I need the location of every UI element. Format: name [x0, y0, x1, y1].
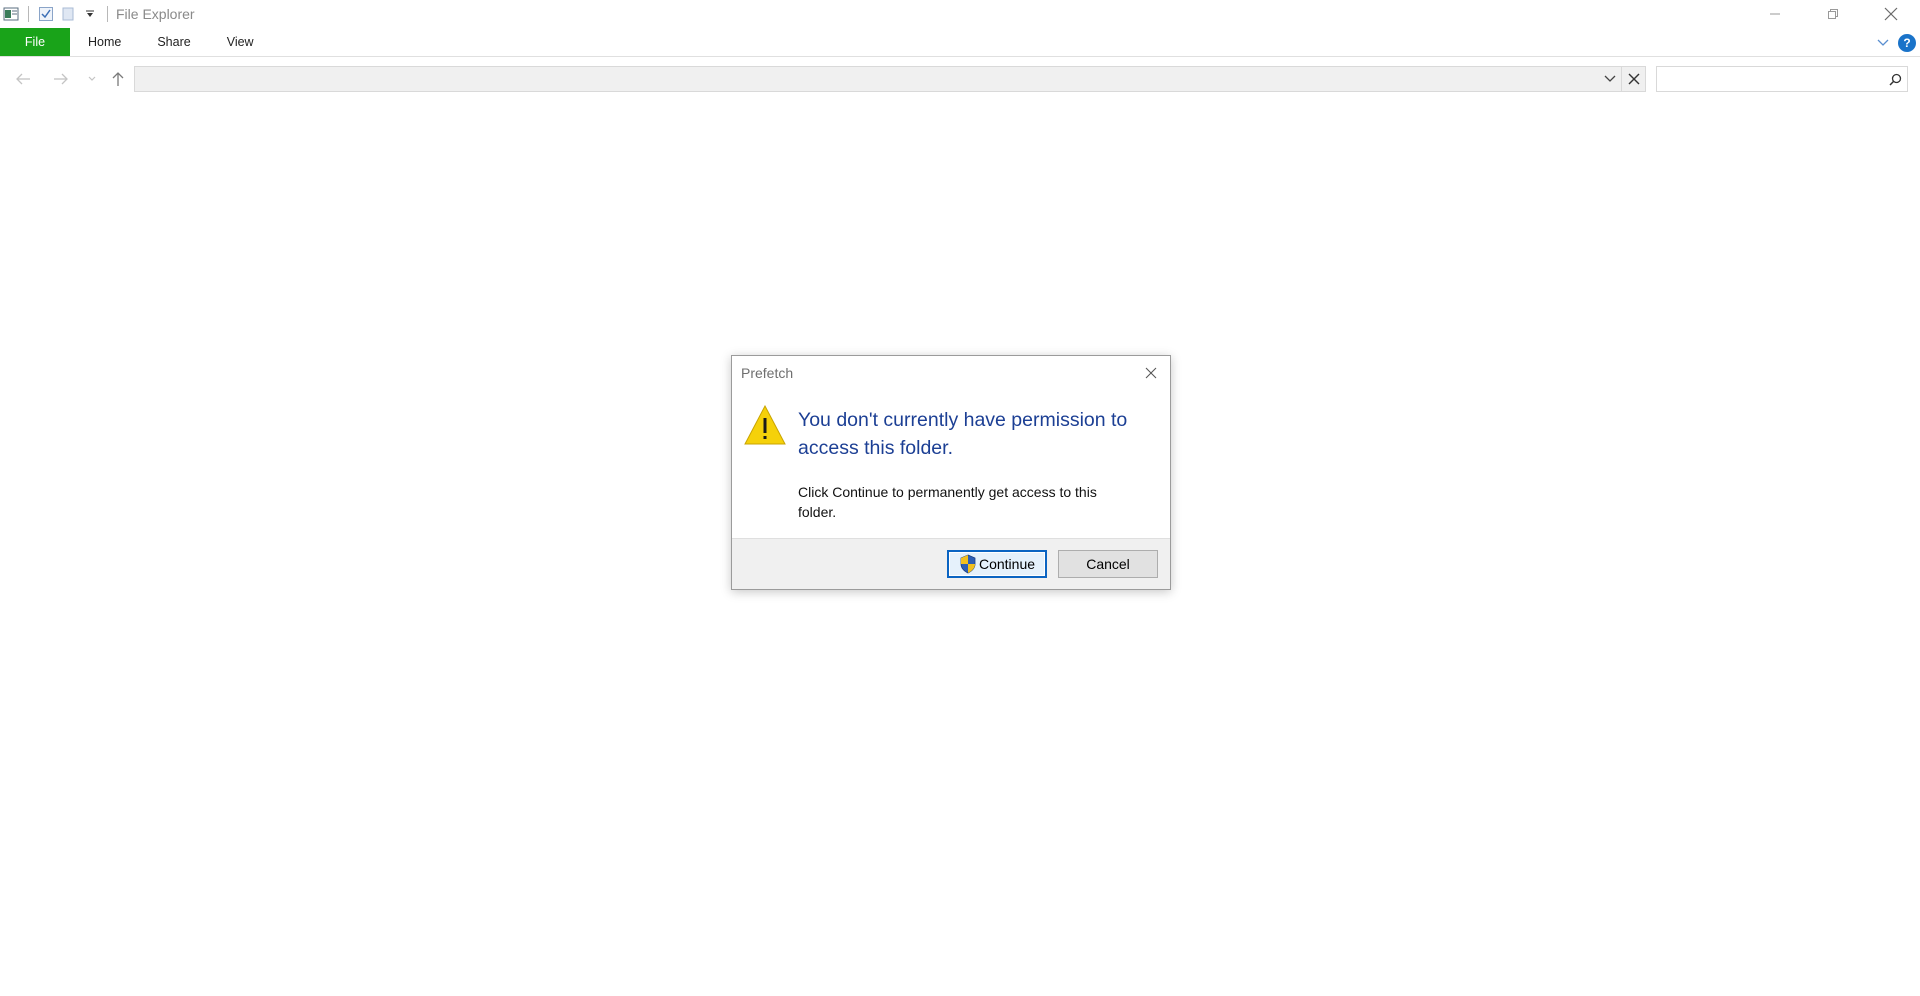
dialog-close-button[interactable]	[1142, 364, 1160, 382]
address-clear-button[interactable]	[1621, 67, 1645, 91]
tab-share[interactable]: Share	[139, 28, 208, 56]
restore-button[interactable]	[1804, 0, 1862, 28]
toolbar-separator	[107, 6, 108, 22]
minimize-button[interactable]	[1746, 0, 1804, 28]
minimize-icon	[1770, 13, 1780, 15]
recent-locations-icon	[88, 76, 96, 81]
permission-dialog: Prefetch You don't currently have permis…	[731, 355, 1171, 590]
back-arrow-icon	[16, 73, 30, 85]
tab-home[interactable]: Home	[70, 28, 139, 56]
tab-file[interactable]: File	[0, 28, 70, 56]
close-icon	[1628, 73, 1639, 85]
search-input[interactable]	[1657, 67, 1877, 91]
dialog-title: Prefetch	[741, 365, 794, 381]
tab-view[interactable]: View	[209, 28, 272, 56]
ribbon-tabs: File Home Share View ?	[0, 28, 1920, 57]
close-window-button[interactable]	[1862, 0, 1920, 28]
properties-icon[interactable]	[0, 0, 22, 28]
ribbon-right-controls: ?	[1870, 28, 1920, 57]
forward-arrow-icon	[54, 73, 68, 85]
title-bar: File Explorer	[0, 0, 1920, 28]
search-box[interactable]	[1656, 66, 1908, 92]
uac-shield-icon	[960, 554, 976, 574]
address-dropdown-button[interactable]	[1599, 67, 1621, 91]
dialog-heading: You don't currently have permission to a…	[798, 409, 1128, 459]
window-controls	[1746, 0, 1920, 28]
dialog-body-text: Click Continue to permanently get access…	[798, 484, 1097, 520]
warning-icon	[744, 405, 786, 445]
restore-icon	[1828, 9, 1838, 19]
expand-ribbon-button[interactable]	[1870, 28, 1896, 57]
back-button[interactable]	[10, 64, 36, 94]
close-icon	[1145, 367, 1157, 379]
up-arrow-icon	[112, 72, 124, 86]
up-button[interactable]	[106, 64, 130, 94]
forward-button[interactable]	[48, 64, 74, 94]
new-folder-icon[interactable]	[57, 0, 79, 28]
navigation-bar	[0, 64, 1920, 94]
toolbar-separator	[28, 6, 29, 22]
customize-dropdown-icon[interactable]	[79, 0, 101, 28]
cancel-button[interactable]: Cancel	[1058, 550, 1158, 578]
checkmark-icon[interactable]	[35, 0, 57, 28]
dialog-footer: Continue Cancel	[732, 538, 1170, 589]
chevron-down-icon	[1604, 75, 1616, 82]
chevron-down-icon	[1877, 39, 1889, 46]
search-icon[interactable]	[1887, 71, 1903, 87]
quick-access-toolbar	[0, 0, 114, 28]
address-bar[interactable]	[134, 66, 1646, 92]
help-button[interactable]: ?	[1898, 33, 1916, 52]
recent-locations-button[interactable]	[84, 64, 100, 94]
close-icon	[1884, 7, 1898, 21]
window-title: File Explorer	[116, 6, 195, 22]
continue-label: Continue	[978, 556, 1036, 572]
continue-button[interactable]: Continue	[947, 550, 1047, 578]
